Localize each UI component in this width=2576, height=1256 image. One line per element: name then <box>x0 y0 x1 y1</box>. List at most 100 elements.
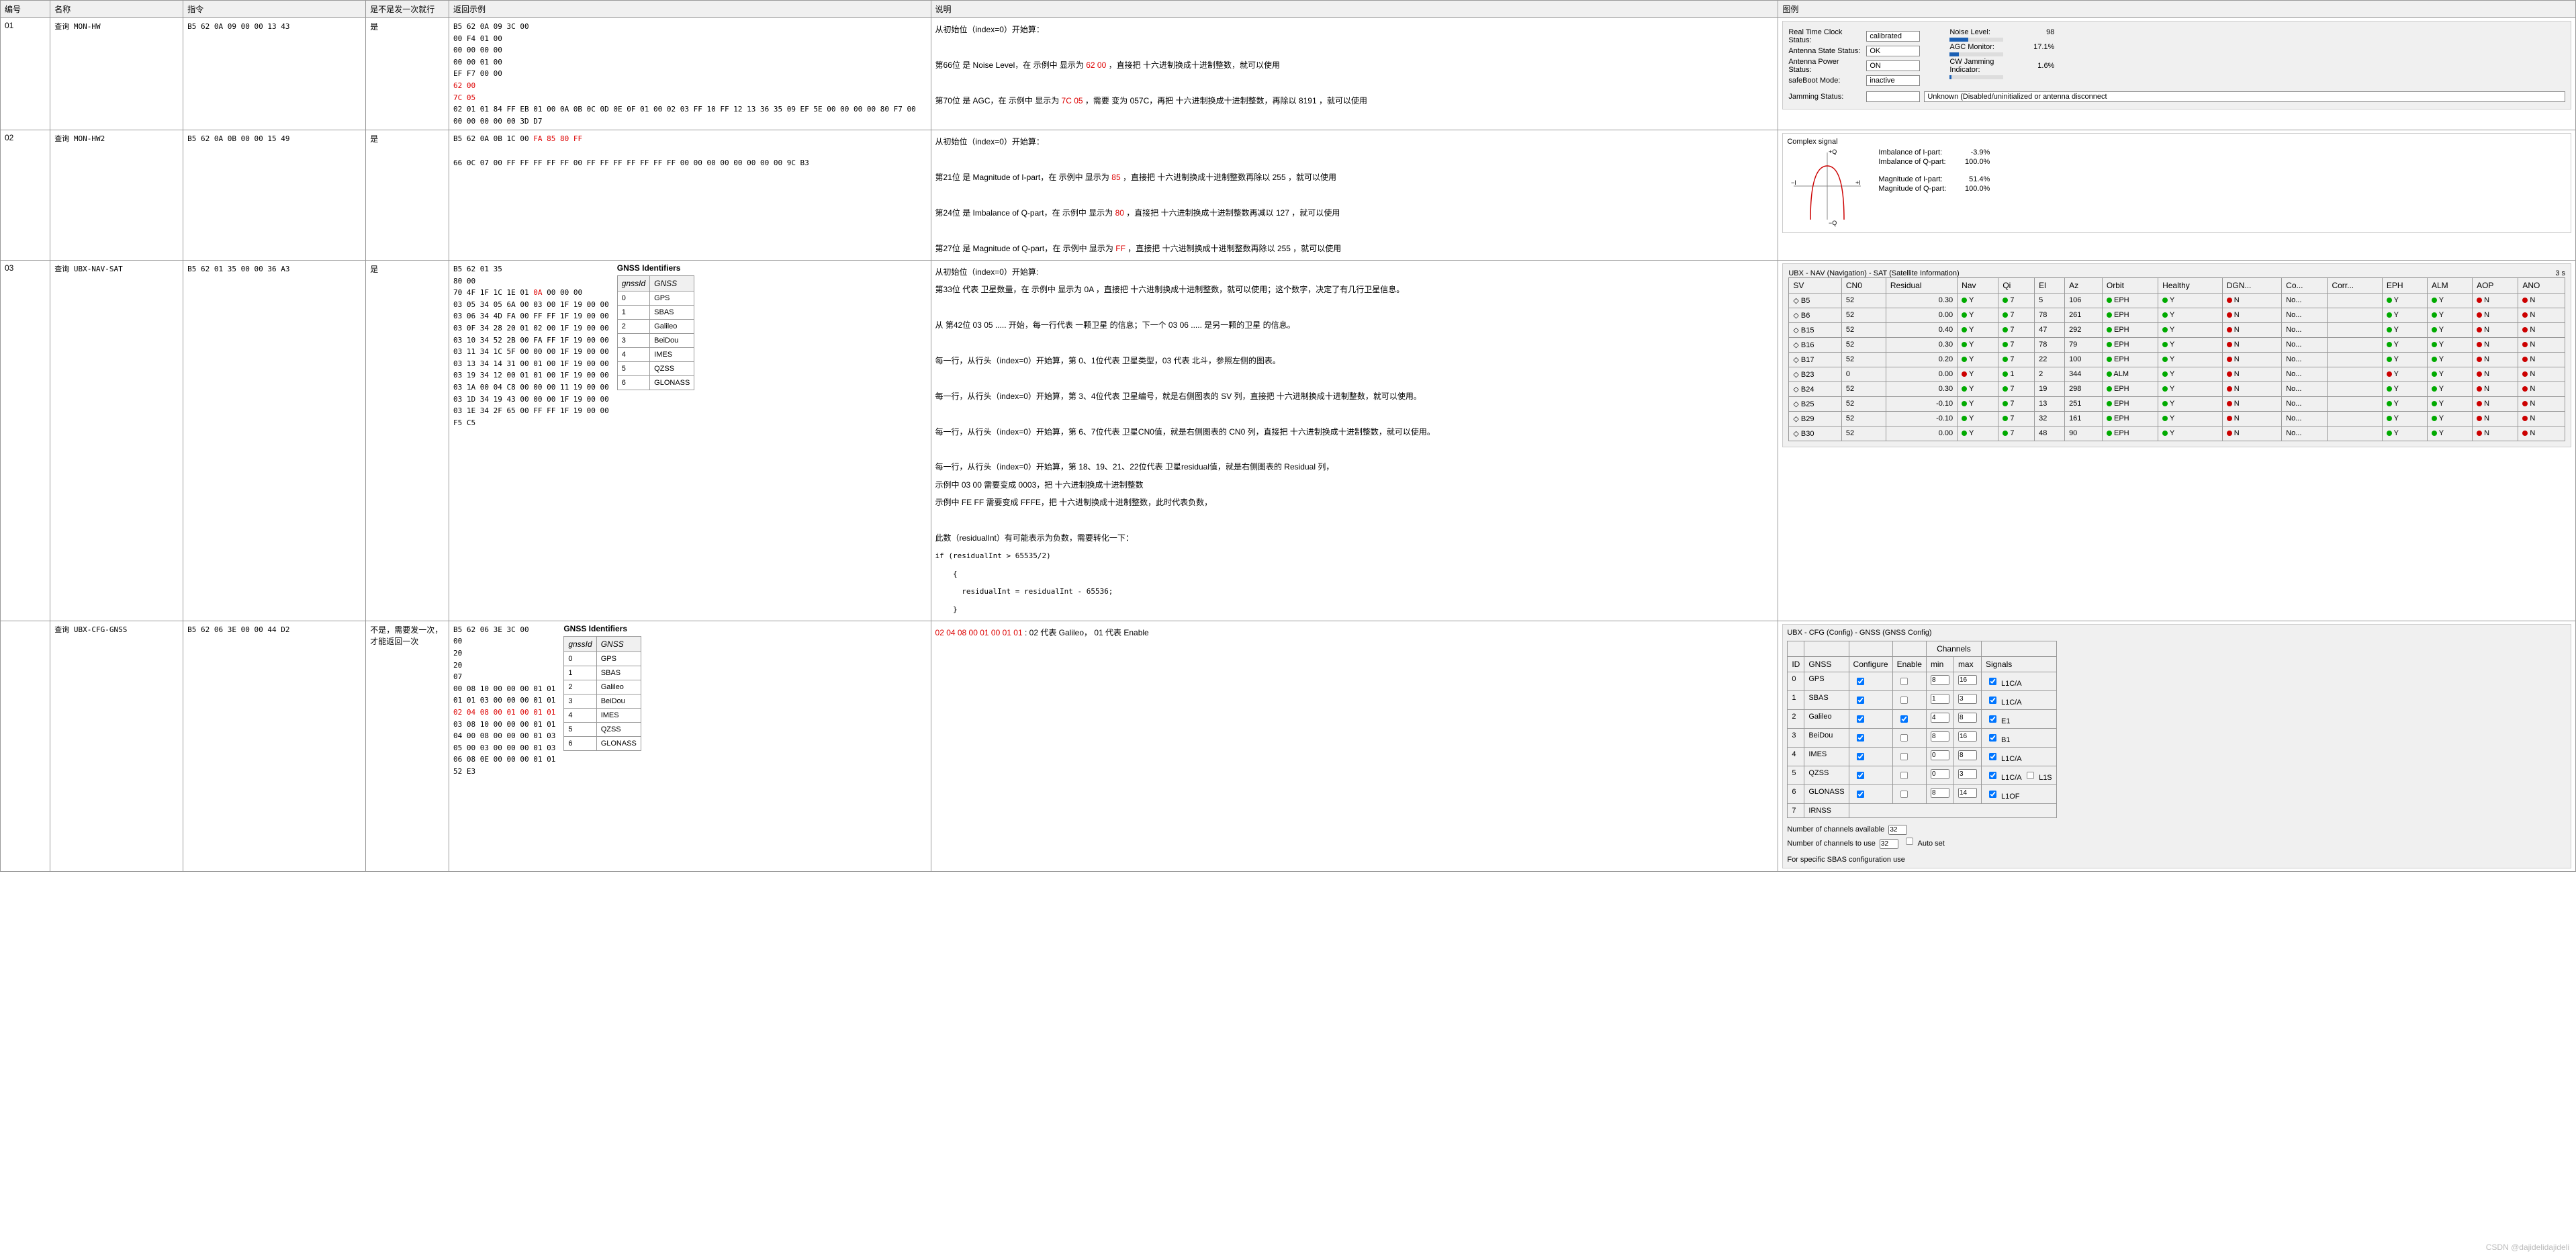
row-name: 查询 MON-HW2 <box>50 130 183 261</box>
enable-checkbox[interactable] <box>1900 678 1908 685</box>
table-row: 查询 UBX-CFG-GNSS B5 62 06 3E 00 00 44 D2 … <box>1 621 2576 871</box>
min-input[interactable] <box>1931 769 1949 779</box>
gnss-id-row: 0GPS <box>564 652 641 666</box>
min-input[interactable] <box>1931 731 1949 742</box>
row-hex: B5 62 0A 0B 1C 00 FA 85 80 FF66 0C 07 00… <box>449 130 931 261</box>
gnss-id-row: 4IMES <box>564 708 641 722</box>
enable-checkbox[interactable] <box>1900 772 1908 779</box>
cfg-row: 4IMES L1C/A <box>1788 747 2056 766</box>
row-hex: B5 62 01 35 80 00 70 4F 1F 1C 1E 01 0A 0… <box>449 261 931 621</box>
row-legend: UBX - CFG (Config) - GNSS (GNSS Config)C… <box>1778 621 2576 871</box>
signal-checkbox[interactable] <box>1989 715 1996 723</box>
row-cmd: B5 62 01 35 00 00 36 A3 <box>183 261 366 621</box>
row-hex: B5 62 06 3E 3C 00 00 20 20 07 00 08 10 0… <box>449 621 931 871</box>
enable-checkbox[interactable] <box>1900 697 1908 704</box>
row-legend: Complex signal +Q+I −I−Q Imbalance of I-… <box>1778 130 2576 261</box>
signal-checkbox[interactable] <box>1989 791 1996 798</box>
channels-available <box>1888 825 1907 835</box>
signal-checkbox[interactable] <box>1989 753 1996 760</box>
sat-row: ◇ B16520.30 Y 77879 EPH Y NNo... Y Y N N <box>1789 338 2565 353</box>
table-row: 01 查询 MON-HW B5 62 0A 09 00 00 13 43 是 B… <box>1 18 2576 130</box>
enable-checkbox[interactable] <box>1900 791 1908 798</box>
row-id: 01 <box>1 18 50 130</box>
cfg-row: 2Galileo E1 <box>1788 709 2056 728</box>
gnss-id-row: 4IMES <box>617 348 694 362</box>
configure-checkbox[interactable] <box>1857 734 1864 742</box>
channels-use[interactable] <box>1880 839 1898 849</box>
max-input[interactable] <box>1958 694 1977 704</box>
main-table: 编号 名称 指令 是不是发一次就行 返回示例 说明 图例 01 查询 MON-H… <box>0 0 2576 872</box>
row-once: 是 <box>366 261 449 621</box>
min-input[interactable] <box>1931 713 1949 723</box>
signal-checkbox[interactable] <box>1989 678 1996 685</box>
min-input[interactable] <box>1931 694 1949 704</box>
row-legend: UBX - NAV (Navigation) - SAT (Satellite … <box>1778 261 2576 621</box>
sat-row: ◇ B15520.40 Y 747292 EPH Y NNo... Y Y N … <box>1789 323 2565 338</box>
signal-checkbox[interactable] <box>1989 734 1996 742</box>
row-desc: 从初始位（index=0）开始算：第21位 是 Magnitude of I-p… <box>931 130 1778 261</box>
configure-checkbox[interactable] <box>1857 753 1864 760</box>
nav-sat-legend: UBX - NAV (Navigation) - SAT (Satellite … <box>1782 263 2571 447</box>
signal-checkbox[interactable] <box>1989 772 1996 779</box>
max-input[interactable] <box>1958 675 1977 685</box>
signal-checkbox[interactable] <box>1989 697 1996 704</box>
row-id: 02 <box>1 130 50 261</box>
configure-checkbox[interactable] <box>1857 772 1864 779</box>
gnss-id-row: 0GPS <box>617 291 694 306</box>
col-cmd: 指令 <box>183 1 366 18</box>
cfg-gnss-legend: UBX - CFG (Config) - GNSS (GNSS Config)C… <box>1782 624 2571 868</box>
configure-checkbox[interactable] <box>1857 791 1864 798</box>
row-once: 是 <box>366 18 449 130</box>
row-name: 查询 MON-HW <box>50 18 183 130</box>
sat-row: ◇ B2552-0.10 Y 713251 EPH Y NNo... Y Y N… <box>1789 397 2565 412</box>
svg-text:+I: +I <box>1855 179 1861 186</box>
gnss-id-row: 1SBAS <box>617 306 694 320</box>
gnss-id-row: 6GLONASS <box>617 376 694 390</box>
table-row: 02 查询 MON-HW2 B5 62 0A 0B 00 00 15 49 是 … <box>1 130 2576 261</box>
svg-text:−I: −I <box>1791 179 1796 186</box>
auto-set-checkbox[interactable] <box>1906 838 1913 845</box>
max-input[interactable] <box>1958 769 1977 779</box>
max-input[interactable] <box>1958 750 1977 760</box>
gnss-identifiers-table: gnssIdGNSS0GPS1SBAS2Galileo3BeiDou4IMES5… <box>617 275 695 390</box>
configure-checkbox[interactable] <box>1857 697 1864 704</box>
sat-row: ◇ B2952-0.10 Y 732161 EPH Y NNo... Y Y N… <box>1789 412 2565 427</box>
table-header-row: 编号 名称 指令 是不是发一次就行 返回示例 说明 图例 <box>1 1 2576 18</box>
configure-checkbox[interactable] <box>1857 678 1864 685</box>
sat-row: ◇ B6520.00 Y 778261 EPH Y NNo... Y Y N N <box>1789 308 2565 323</box>
configure-checkbox[interactable] <box>1857 715 1864 723</box>
table-row: 03 查询 UBX-NAV-SAT B5 62 01 35 00 00 36 A… <box>1 261 2576 621</box>
max-input[interactable] <box>1958 788 1977 798</box>
gnss-id-row: 5QZSS <box>617 362 694 376</box>
gnss-id-row: 5QZSS <box>564 722 641 736</box>
max-input[interactable] <box>1958 731 1977 742</box>
col-desc: 说明 <box>931 1 1778 18</box>
min-input[interactable] <box>1931 788 1949 798</box>
complex-signal-plot: +Q +I −I −Q <box>1787 146 1868 226</box>
mon-hw-legend: Real Time Clock Status:calibrated Antenn… <box>1782 21 2571 109</box>
row-id <box>1 621 50 871</box>
watermark-text: CSDN @dajidelidajideli <box>2486 1243 2569 1252</box>
cfg-row: 5QZSS L1C/A L1S <box>1788 766 2056 784</box>
sat-row: ◇ B5520.30 Y 75106 EPH Y NNo... Y Y N N <box>1789 294 2565 308</box>
col-name: 名称 <box>50 1 183 18</box>
signal2-checkbox[interactable] <box>2027 772 2034 779</box>
enable-checkbox[interactable] <box>1900 734 1908 742</box>
svg-text:+Q: +Q <box>1829 148 1837 155</box>
sat-row: ◇ B24520.30 Y 719298 EPH Y NNo... Y Y N … <box>1789 382 2565 397</box>
svg-text:−Q: −Q <box>1829 220 1837 226</box>
min-input[interactable] <box>1931 675 1949 685</box>
cfg-row: 1SBAS L1C/A <box>1788 690 2056 709</box>
gnss-id-row: 1SBAS <box>564 666 641 680</box>
gnss-id-row: 6GLONASS <box>564 736 641 750</box>
row-legend: Real Time Clock Status:calibrated Antenn… <box>1778 18 2576 130</box>
min-input[interactable] <box>1931 750 1949 760</box>
max-input[interactable] <box>1958 713 1977 723</box>
enable-checkbox[interactable] <box>1900 715 1908 723</box>
gnss-id-row: 3BeiDou <box>617 334 694 348</box>
enable-checkbox[interactable] <box>1900 753 1908 760</box>
sat-row: ◇ B2300.00 Y 12344 ALM Y NNo... Y Y N N <box>1789 367 2565 382</box>
row-cmd: B5 62 0A 09 00 00 13 43 <box>183 18 366 130</box>
col-legend: 图例 <box>1778 1 2576 18</box>
cfg-row: 0GPS L1C/A <box>1788 672 2056 690</box>
